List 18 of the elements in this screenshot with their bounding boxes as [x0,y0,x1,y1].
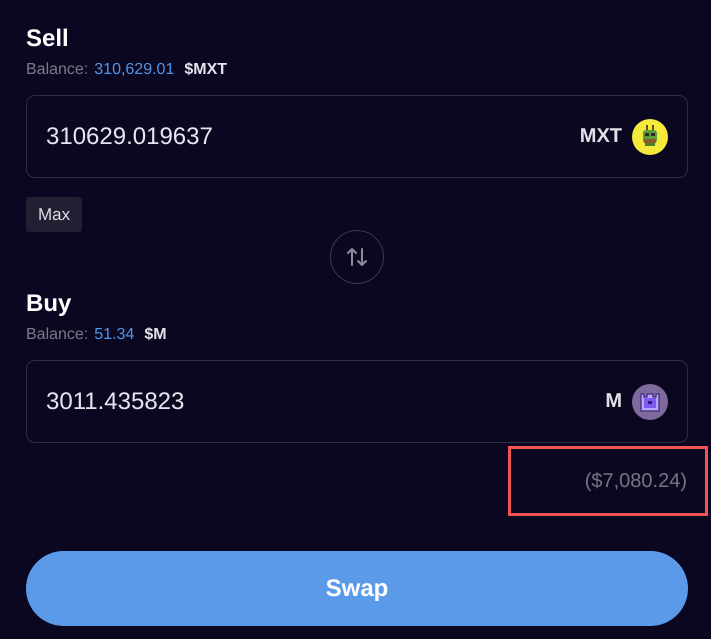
token-symbol: M [605,390,622,413]
token-symbol: MXT [580,125,622,148]
section-title: Buy [26,289,72,319]
balance-value: 51.34 [94,325,134,345]
balance-value: 310,629.01 [94,60,174,80]
amount-input-field[interactable]: 3011.435823 M [26,360,688,443]
amount-value: 3011.435823 [46,388,186,416]
amount-input-field[interactable]: 310629.019637 MXT [26,95,688,178]
balance-token: $M [144,325,167,345]
swap-direction-button[interactable] [330,230,384,284]
balance-label: Balance: [26,60,88,80]
max-button[interactable]: Max [26,197,82,232]
usd-value: ($7,080.24) [584,470,687,492]
section-title: Sell [26,24,69,54]
balance-label: Balance: [26,325,88,345]
amount-value: 310629.019637 [46,122,214,150]
balance-token: $MXT [184,60,228,80]
up-down-arrows-icon [345,245,369,269]
